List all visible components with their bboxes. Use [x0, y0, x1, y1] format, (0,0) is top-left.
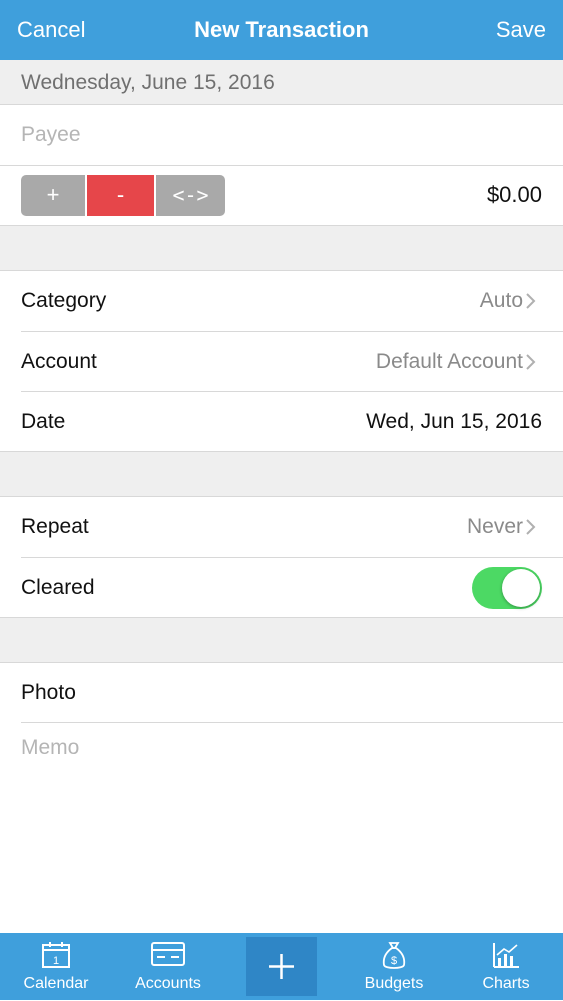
account-row[interactable]: Account Default Account	[0, 332, 563, 392]
memo-input[interactable]: Memo	[21, 728, 79, 768]
tab-bar: 1 Calendar Accounts $ Budgets Charts	[0, 933, 563, 1000]
calendar-icon: 1	[42, 942, 70, 968]
repeat-row[interactable]: Repeat Never	[0, 497, 563, 557]
svg-text:$: $	[391, 955, 397, 967]
tab-label: Accounts	[135, 975, 201, 992]
plus-icon	[269, 954, 294, 979]
tab-calendar[interactable]: 1 Calendar	[8, 933, 104, 1000]
section-gap	[0, 225, 563, 271]
divider	[21, 722, 563, 723]
chart-icon	[493, 943, 519, 968]
photo-label: Photo	[21, 681, 76, 704]
category-label: Category	[21, 289, 107, 312]
payee-row[interactable]: Payee	[0, 105, 563, 165]
cancel-button[interactable]: Cancel	[17, 0, 85, 60]
date-header: Wednesday, June 15, 2016	[0, 60, 563, 105]
section-gap	[0, 617, 563, 663]
section-gap	[0, 451, 563, 497]
account-value: Default Account	[375, 350, 523, 373]
toggle-knob	[502, 569, 540, 607]
expense-segment-button[interactable]: -	[87, 175, 156, 216]
tab-label: Budgets	[364, 975, 424, 992]
tab-charts[interactable]: Charts	[458, 933, 554, 1000]
amount-field[interactable]: $0.00	[487, 165, 542, 225]
date-label: Date	[21, 410, 66, 433]
cleared-toggle[interactable]	[472, 567, 542, 609]
chevron-right-icon	[526, 354, 536, 370]
tab-accounts[interactable]: Accounts	[120, 933, 216, 1000]
chevron-right-icon	[526, 293, 536, 309]
money-bag-icon: $	[382, 942, 406, 969]
transaction-type-segment: + - <->	[21, 175, 225, 216]
account-label: Account	[21, 350, 97, 373]
card-icon	[151, 942, 185, 966]
save-button[interactable]: Save	[496, 0, 546, 60]
tab-label: Charts	[482, 975, 530, 992]
tab-label: Calendar	[23, 975, 89, 992]
photo-row[interactable]: Photo	[0, 663, 563, 723]
category-row[interactable]: Category Auto	[0, 271, 563, 331]
income-segment-button[interactable]: +	[21, 175, 87, 216]
repeat-value: Never	[466, 515, 523, 538]
chevron-right-icon	[526, 519, 536, 535]
category-value: Auto	[479, 289, 523, 312]
date-value: Wed, Jun 15, 2016	[366, 410, 542, 433]
tab-budgets[interactable]: $ Budgets	[346, 933, 442, 1000]
cleared-label: Cleared	[21, 576, 95, 599]
payee-input[interactable]: Payee	[21, 105, 81, 165]
svg-text:1: 1	[53, 955, 59, 967]
date-row[interactable]: Date Wed, Jun 15, 2016	[0, 392, 563, 452]
add-transaction-button[interactable]	[246, 937, 317, 996]
navigation-bar: Cancel New Transaction Save	[0, 0, 563, 60]
repeat-label: Repeat	[21, 515, 89, 538]
transfer-segment-button[interactable]: <->	[156, 175, 225, 216]
